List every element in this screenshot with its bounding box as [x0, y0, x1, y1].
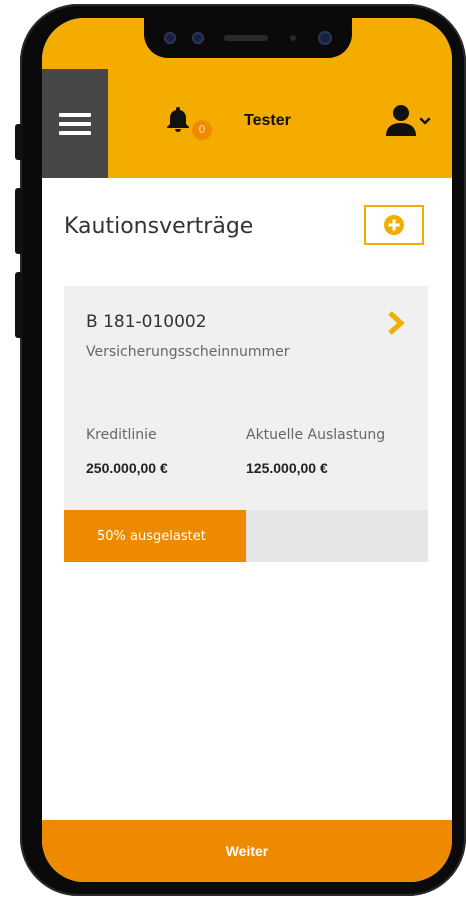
phone-notch	[144, 18, 352, 58]
camera-lens-icon	[192, 32, 204, 44]
menu-button[interactable]	[42, 69, 108, 178]
phone-volume-up-button	[15, 188, 23, 254]
utilization-label: Aktuelle Auslastung	[246, 427, 386, 443]
credit-line-label: Kreditlinie	[86, 427, 157, 443]
app-screen: 0 Tester Kautionsverträge B 181-010002 V…	[42, 18, 452, 882]
credit-line-value: 250.000,00 €	[86, 460, 168, 476]
camera-lens-icon	[164, 32, 176, 44]
progress-fill: 50% ausgelastet	[64, 510, 246, 562]
contract-number: B 181-010002	[86, 312, 207, 332]
chevron-right-icon[interactable]	[386, 310, 406, 336]
page-title: Kautionsverträge	[64, 214, 254, 239]
proximity-sensor	[290, 35, 296, 41]
user-dropdown-icon[interactable]	[386, 104, 432, 138]
continue-button[interactable]: Weiter	[42, 820, 452, 882]
utilization-progress-bar: 50% ausgelastet	[64, 510, 428, 562]
phone-mute-switch	[15, 124, 23, 160]
front-camera-icon	[318, 31, 332, 45]
progress-text: 50% ausgelastet	[97, 528, 206, 544]
plus-circle-icon	[384, 215, 404, 235]
contract-card[interactable]: B 181-010002 Versicherungsscheinnummer K…	[64, 286, 428, 510]
phone-volume-down-button	[15, 272, 23, 338]
utilization-value: 125.000,00 €	[246, 460, 328, 476]
contract-number-label: Versicherungsscheinnummer	[86, 344, 290, 360]
bell-icon[interactable]	[166, 106, 190, 132]
username-label: Tester	[244, 112, 291, 129]
speaker-grille	[224, 35, 268, 41]
add-contract-button[interactable]	[364, 205, 424, 245]
hamburger-menu-icon	[59, 112, 91, 135]
notification-count-badge: 0	[192, 120, 212, 140]
